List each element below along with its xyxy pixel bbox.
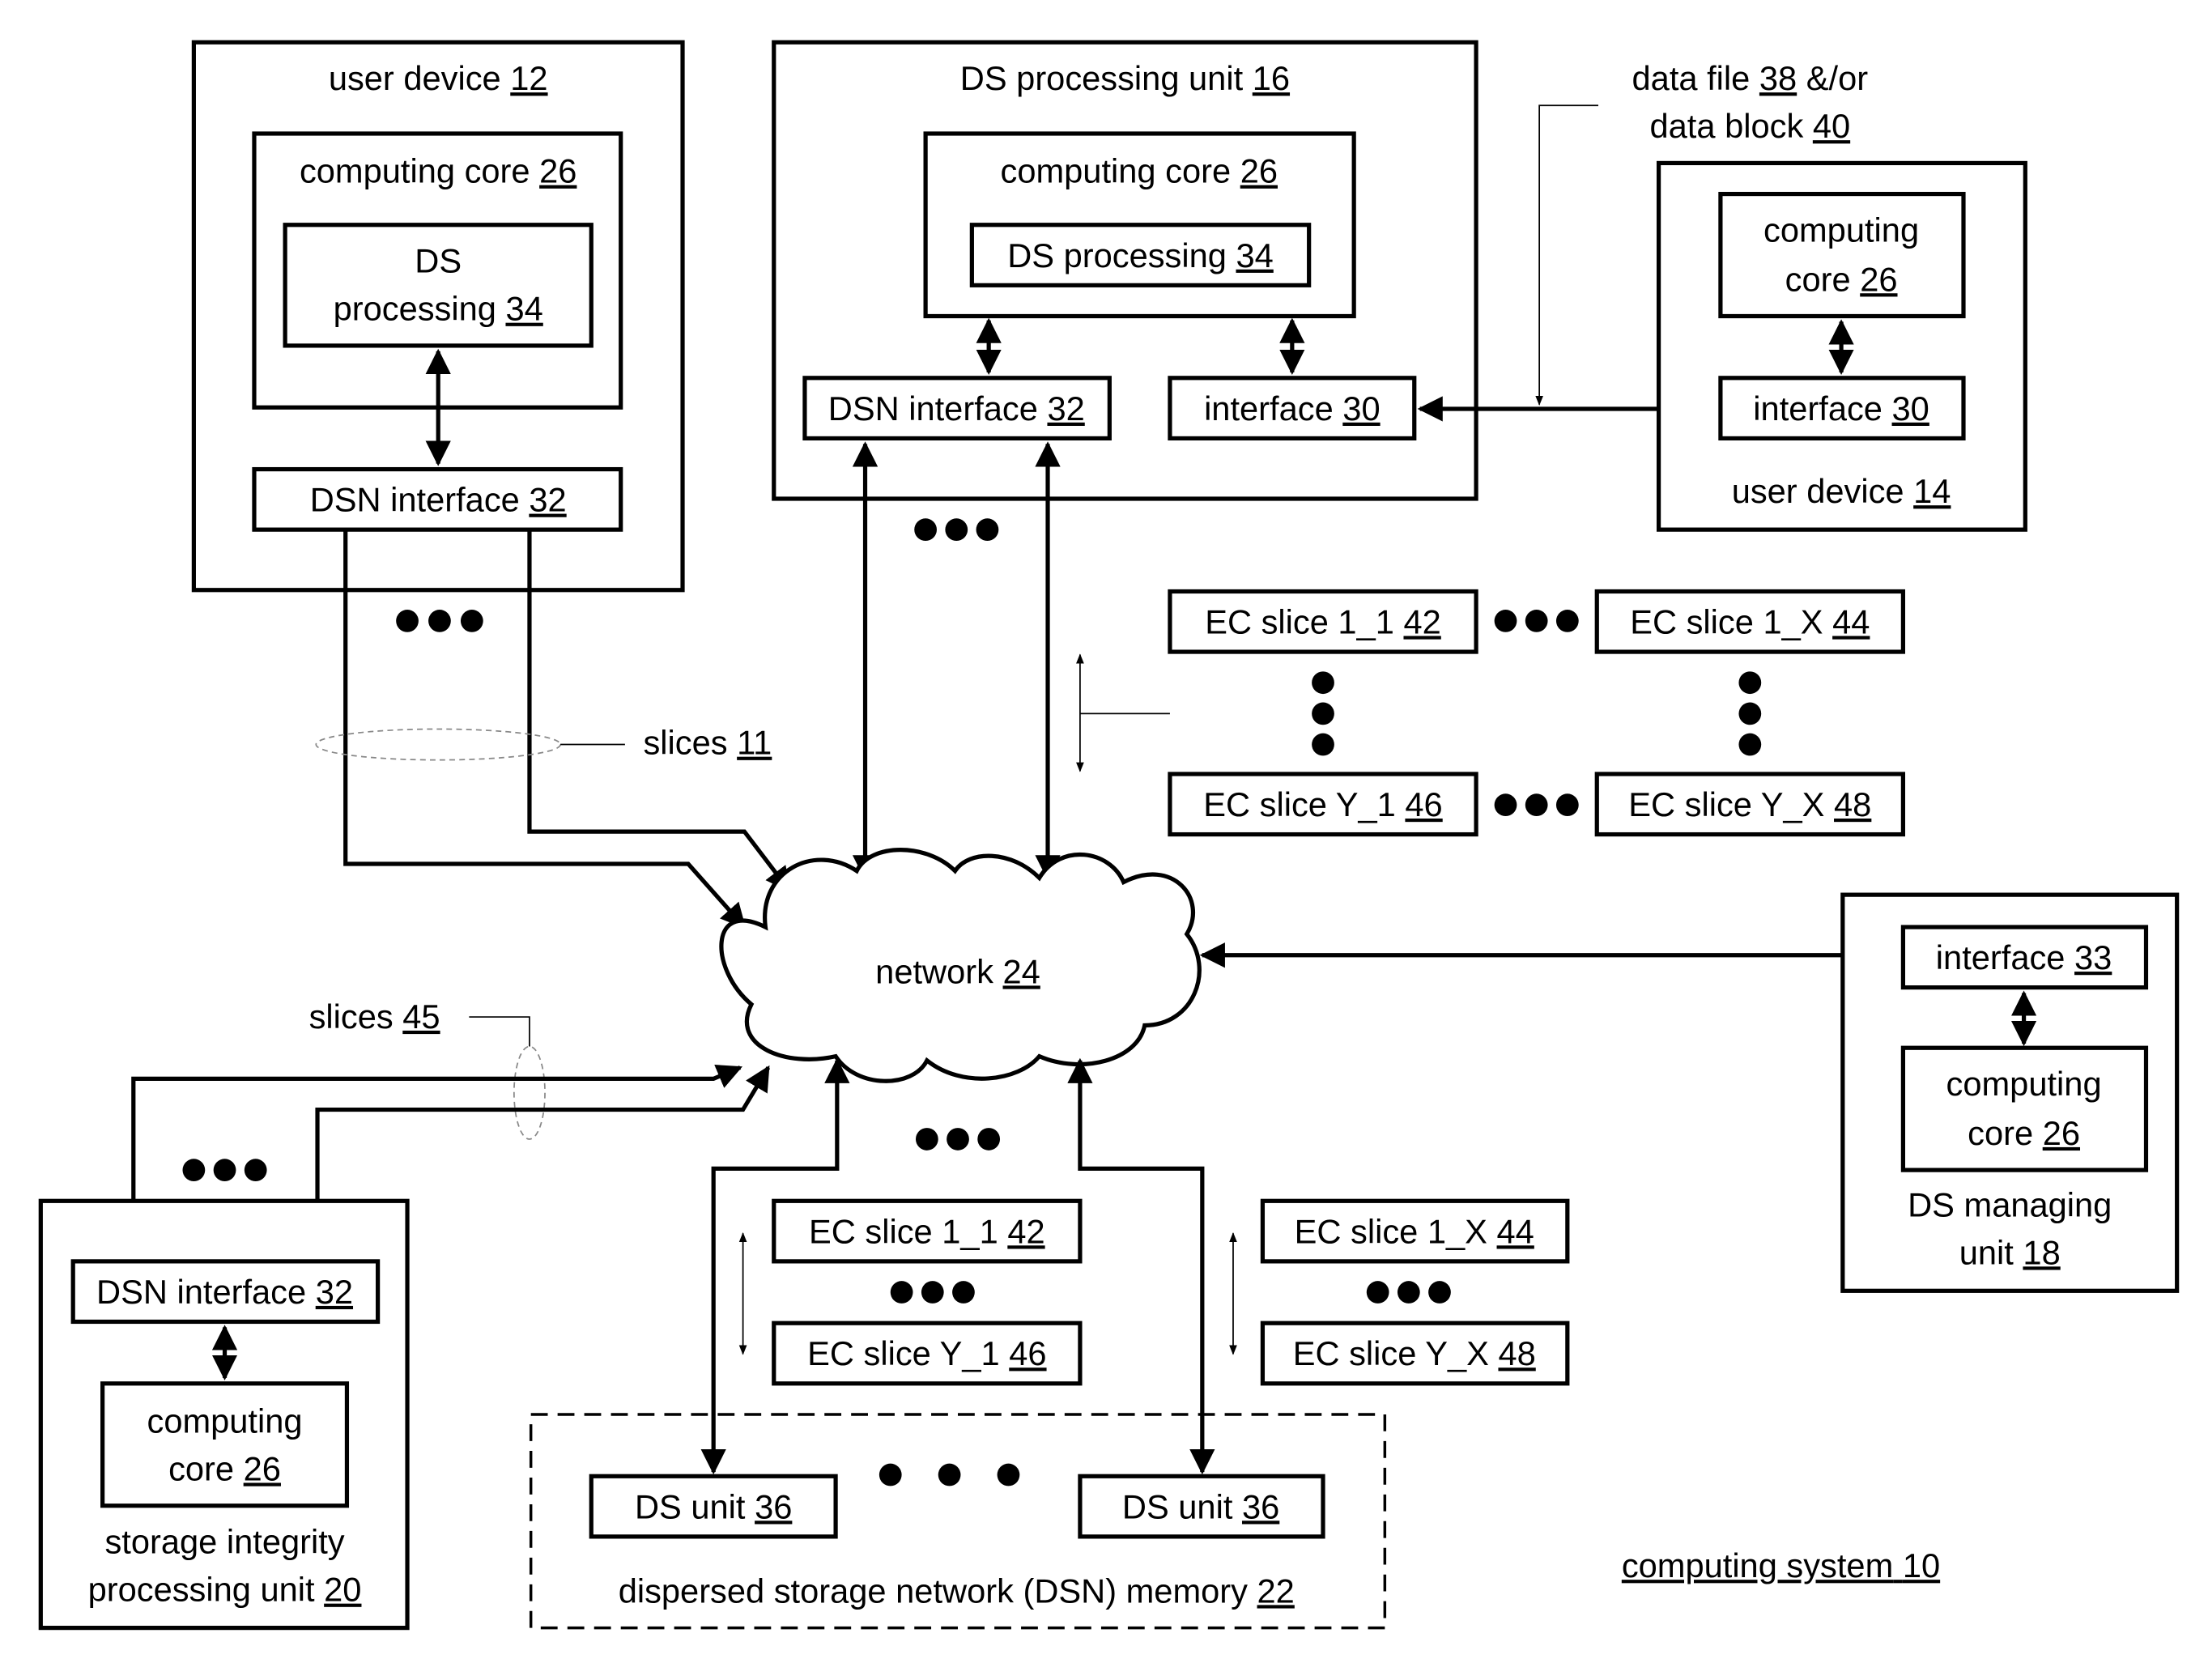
ds-processing-label-line2: processing 34 [334, 290, 543, 328]
interface-30-label: interface 30 [1753, 389, 1929, 427]
dsn-interface-label: DSN interface 32 [96, 1273, 353, 1311]
storage-integrity-title-line2: processing unit 20 [88, 1571, 362, 1609]
computing-core-label: computing core 26 [1001, 152, 1278, 190]
storage-integrity-unit-20: DSN interface 32 computing core 26 stora… [38, 1198, 410, 1631]
ds-managing-unit-18: interface 33 computing core 26 DS managi… [1840, 892, 2180, 1293]
ec-slice-y-1: EC slice Y_1 46 [1203, 785, 1442, 823]
ec-slice-y-1: EC slice Y_1 46 [807, 1334, 1046, 1372]
computing-core-label-line1: computing [147, 1402, 303, 1440]
ds-processing-unit-16: DS processing unit 16 computing core 26 … [772, 40, 1478, 501]
computing-core-label: computing core 26 [300, 152, 576, 190]
dsn-memory-22: DS unit 36 DS unit 36 dispersed storage … [529, 1413, 1387, 1630]
data-callout-leader [1535, 104, 1598, 406]
ec-slice-grid: EC slice 1_1 42 EC slice 1_X 44 EC slice… [1076, 589, 1906, 837]
ds-unit-label: DS unit 36 [635, 1487, 792, 1525]
ellipsis-dots [914, 518, 999, 542]
user-device-12: user device 12 computing core 26 DS proc… [191, 40, 685, 593]
link-network-dsunit-b [1067, 1057, 1215, 1475]
user-device-12-title: user device 12 [329, 59, 548, 97]
ec-slice-1-x: EC slice 1_X 44 [1630, 603, 1870, 641]
ec-slice-y-x: EC slice Y_X 48 [1293, 1334, 1536, 1372]
computing-system-label: computing system 10 [1622, 1546, 1940, 1584]
user-device-14-title: user device 14 [1732, 472, 1951, 510]
slices-11-grouping [315, 728, 561, 761]
interface-30-label: interface 30 [1204, 389, 1381, 427]
network-label: network 24 [875, 952, 1040, 990]
ds-processing-label-line1: DS [415, 242, 462, 280]
dsn-interface-label: DSN interface 32 [310, 481, 567, 519]
slices-45-label: slices 45 [309, 997, 440, 1036]
computing-core-label-line2: core 26 [168, 1449, 281, 1487]
dsn-memory-title: dispersed storage network (DSN) memory 2… [619, 1572, 1295, 1610]
ds-processing-unit-16-title: DS processing unit 16 [960, 59, 1290, 97]
user-device-14: computing core 26 interface 30 user devi… [1656, 160, 2027, 532]
computing-core-label-line1: computing [1763, 211, 1919, 249]
dsn-system-diagram: user device 12 computing core 26 DS proc… [38, 40, 2180, 1631]
ec-slice-1-1: EC slice 1_1 42 [1205, 603, 1441, 641]
computing-core-label-line2: core 26 [1968, 1114, 2080, 1152]
data-block-label: data block 40 [1650, 107, 1851, 145]
computing-core-label-line1: computing [1946, 1065, 2102, 1103]
storage-integrity-title-line1: storage integrity [104, 1523, 344, 1561]
ds-processing-label: DS processing 34 [1007, 236, 1274, 274]
ellipsis-dots [915, 1128, 1001, 1150]
ellipsis-dots [182, 1159, 267, 1182]
network-24: network 24 [719, 848, 1202, 1083]
ds-managing-title-line2: unit 18 [1959, 1233, 2061, 1271]
ds-unit-label: DS unit 36 [1122, 1487, 1279, 1525]
ds-unit-right-slices: EC slice 1_X 44 EC slice Y_X 48 [1229, 1198, 1570, 1386]
dsn-interface-label: DSN interface 32 [828, 389, 1085, 427]
computing-core-label-line2: core 26 [1785, 260, 1898, 298]
ec-slice-1-1: EC slice 1_1 42 [809, 1212, 1045, 1250]
ellipsis-dots [396, 610, 483, 632]
ec-slice-y-x: EC slice Y_X 48 [1628, 785, 1871, 823]
ec-slice-1-x: EC slice 1_X 44 [1295, 1212, 1534, 1250]
slices-45-grouping [513, 1045, 546, 1140]
interface-33-label: interface 33 [1936, 938, 2112, 976]
ds-unit-left-slices: EC slice 1_1 42 EC slice Y_1 46 [738, 1198, 1083, 1386]
slices-11-label: slices 11 [643, 724, 772, 762]
link-network-dsunit-a [700, 1057, 850, 1475]
ds-managing-title-line1: DS managing [1908, 1185, 2112, 1223]
data-file-label: data file 38 &/or [1632, 59, 1869, 97]
